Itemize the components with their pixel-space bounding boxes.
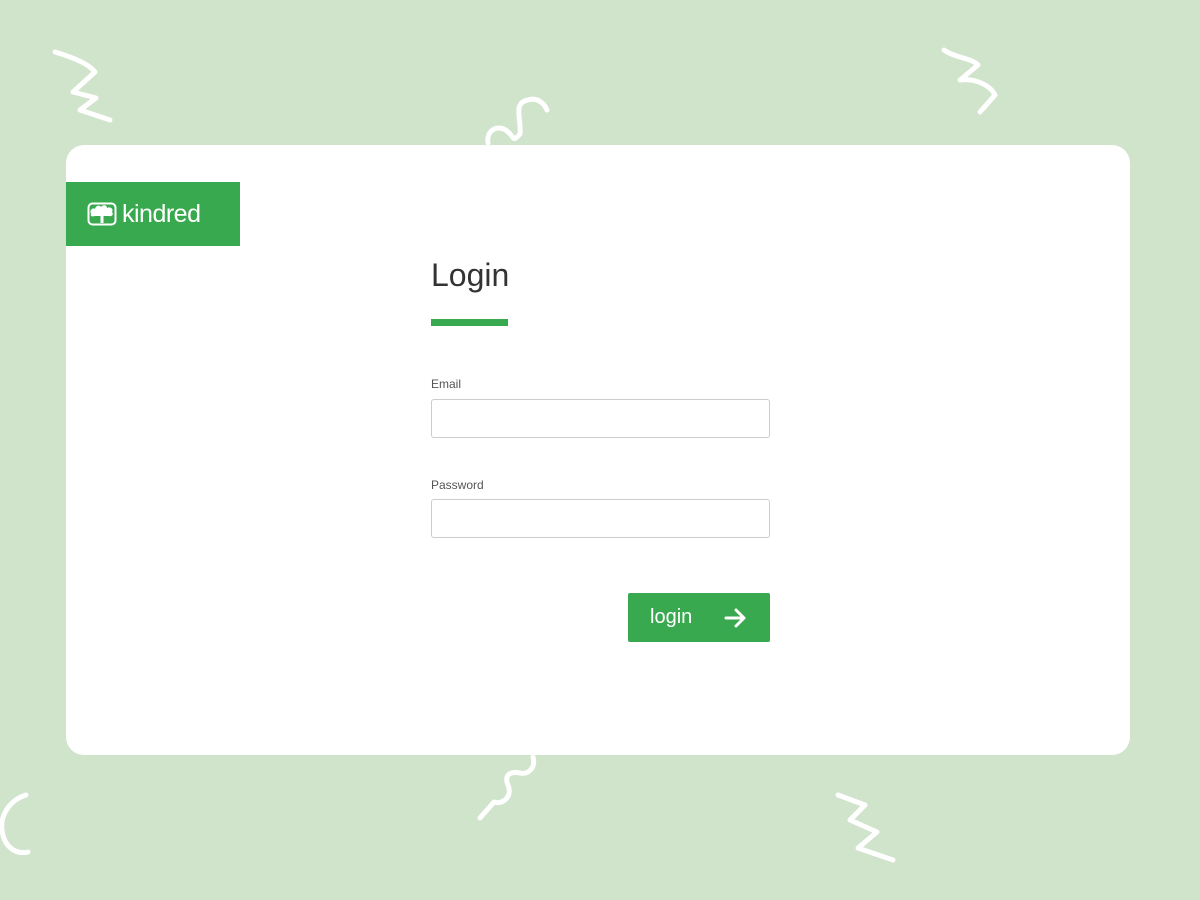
squiggle-decoration <box>485 96 550 146</box>
password-field[interactable] <box>431 499 770 538</box>
squiggle-decoration <box>477 754 537 821</box>
arrow-right-icon <box>724 608 746 628</box>
email-field[interactable] <box>431 399 770 438</box>
squiggle-decoration <box>835 792 896 863</box>
brand-name: kindred <box>122 199 201 228</box>
password-label: Password <box>431 478 484 492</box>
squiggle-decoration <box>941 47 998 115</box>
email-label: Email <box>431 377 462 391</box>
squiggle-decoration <box>0 792 31 856</box>
login-button[interactable]: login <box>628 593 770 642</box>
squiggle-decoration <box>52 49 113 123</box>
brand-logo[interactable]: kindred <box>66 182 240 246</box>
login-button-label: login <box>650 606 693 628</box>
login-card: kindred Login Email Password login <box>66 145 1130 755</box>
page-title: Login <box>431 257 510 293</box>
title-underline <box>431 319 508 326</box>
tree-icon <box>87 202 117 226</box>
